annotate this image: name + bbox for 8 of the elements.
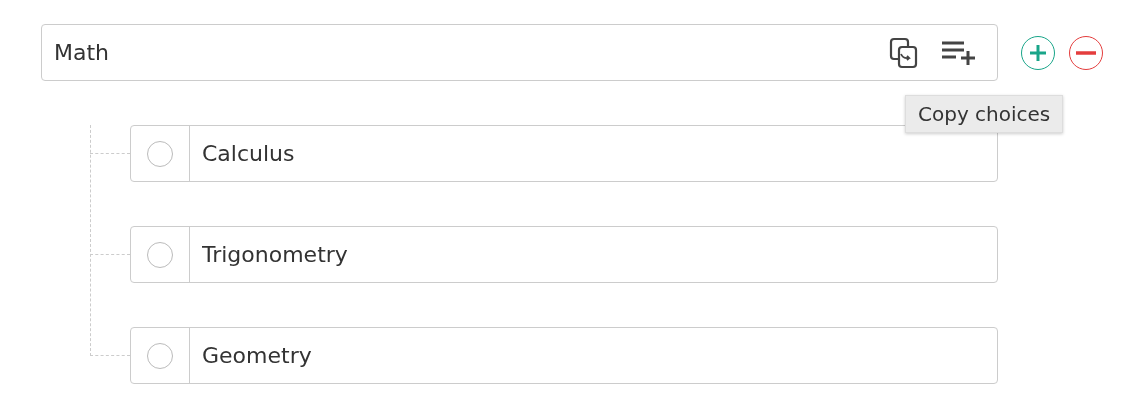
question-field[interactable]: Math <box>42 40 889 65</box>
add-button[interactable] <box>1021 35 1055 70</box>
question-panel[interactable]: Math <box>41 24 998 81</box>
minus-icon <box>1076 50 1096 55</box>
copy-icon[interactable] <box>889 36 919 69</box>
plus-icon <box>1029 43 1047 62</box>
remove-button[interactable] <box>1069 35 1103 70</box>
tooltip: Copy choices <box>905 95 1064 133</box>
